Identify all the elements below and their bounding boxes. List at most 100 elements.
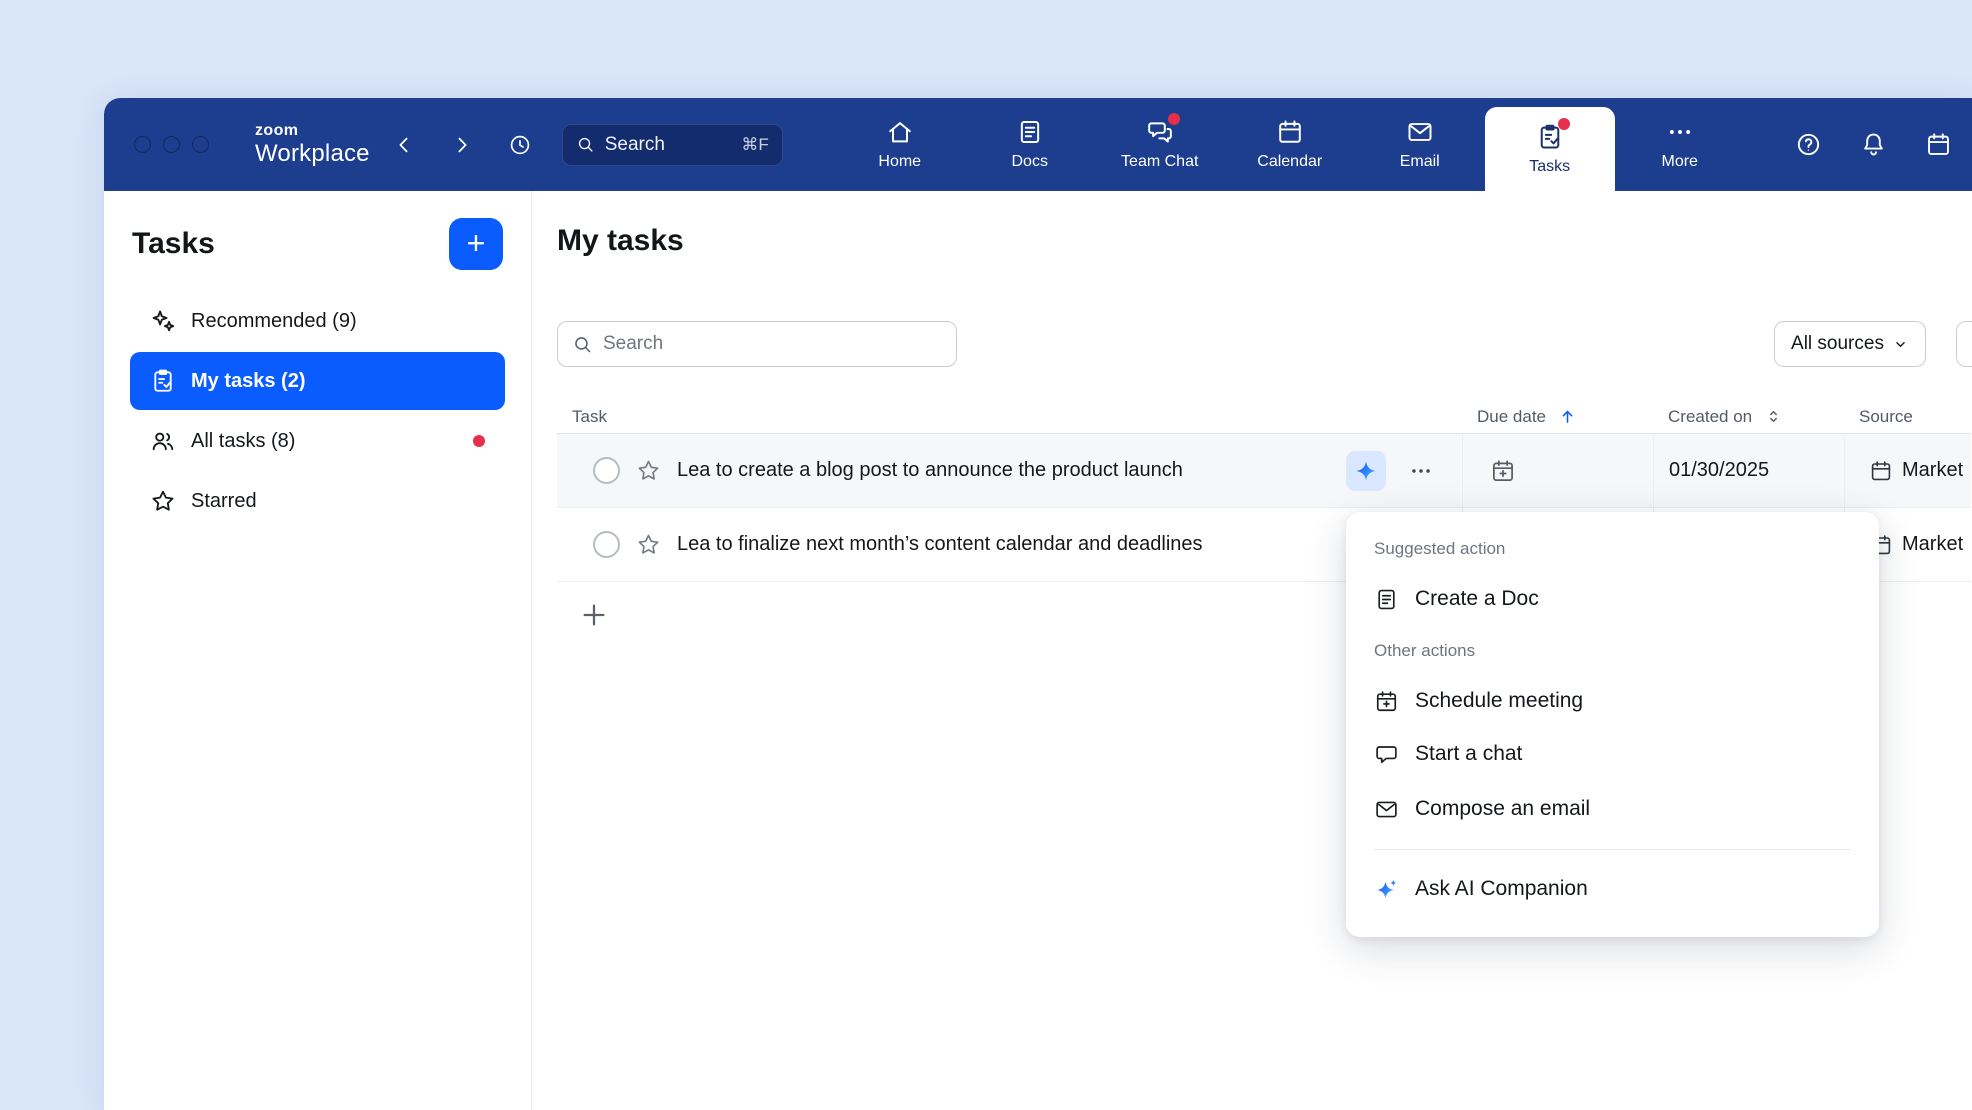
menu-item-create-doc[interactable]: Create a Doc	[1374, 577, 1851, 621]
menu-section-label: Other actions	[1374, 641, 1851, 661]
menu-item-label: Schedule meeting	[1415, 689, 1583, 713]
menu-item-start-chat[interactable]: Start a chat	[1374, 732, 1851, 776]
more-ellipsis-icon	[1408, 458, 1434, 484]
menu-item-label: Start a chat	[1415, 742, 1522, 766]
toolbar-button-cutoff[interactable]	[1956, 321, 1972, 367]
sources-filter-label: All sources	[1791, 333, 1884, 355]
nav-email[interactable]: Email	[1355, 98, 1485, 191]
sidebar-item-my-tasks[interactable]: My tasks (2)	[130, 352, 505, 410]
add-task-button[interactable]	[579, 600, 609, 630]
menu-item-label: Ask AI Companion	[1415, 877, 1588, 901]
sidebar-item-label: My tasks (2)	[191, 370, 306, 393]
source-label: Market	[1902, 533, 1963, 556]
sidebar-item-starred[interactable]: Starred	[130, 472, 505, 530]
help-icon	[1795, 131, 1822, 158]
app-window: zoom Workplace Search ⌘F Home Do	[104, 98, 1972, 1110]
zoom-workplace-logo: zoom Workplace	[255, 123, 370, 166]
menu-item-label: Compose an email	[1415, 797, 1590, 821]
chevron-right-icon	[450, 133, 474, 157]
table-header: Task Due date Created on Source	[557, 400, 1971, 434]
menu-item-label: Create a Doc	[1415, 587, 1539, 611]
global-search[interactable]: Search ⌘F	[562, 124, 783, 166]
notifications-button[interactable]	[1857, 127, 1889, 163]
nav-label: Docs	[1012, 153, 1048, 171]
nav-home[interactable]: Home	[835, 98, 965, 191]
menu-item-ask-ai-companion[interactable]: Ask AI Companion	[1374, 867, 1851, 911]
column-label: Due date	[1477, 407, 1546, 427]
star-icon	[636, 458, 661, 483]
forward-button[interactable]	[444, 127, 480, 163]
history-clock-icon	[508, 133, 532, 157]
topbar-utilities	[1792, 127, 1954, 163]
tasks-sidebar: Tasks + Recommended (9) My tasks (2	[104, 191, 532, 1110]
column-label: Created on	[1668, 407, 1752, 427]
sidebar-items: Recommended (9) My tasks (2) All tasks (…	[104, 292, 531, 530]
nav-tasks[interactable]: Tasks	[1485, 107, 1615, 191]
tasks-clipboard-icon	[150, 368, 176, 394]
window-controls[interactable]	[134, 136, 209, 153]
task-checkbox[interactable]	[593, 457, 620, 484]
nav-label: More	[1662, 153, 1698, 171]
star-icon	[636, 532, 661, 557]
primary-navigation: Home Docs Team Chat Calendar	[835, 98, 1745, 191]
doc-icon	[1374, 587, 1399, 612]
window-control-dot[interactable]	[192, 136, 209, 153]
column-header-due-date[interactable]: Due date	[1462, 400, 1653, 433]
calendar-plus-icon	[1374, 689, 1399, 714]
chat-bubble-icon	[1374, 742, 1399, 767]
task-row[interactable]: Lea to create a blog post to announce th…	[557, 434, 1971, 508]
task-title: Lea to create a blog post to announce th…	[677, 459, 1183, 482]
docs-icon	[1016, 118, 1044, 146]
ai-companion-sparkle-icon	[1354, 459, 1378, 483]
nav-team-chat[interactable]: Team Chat	[1095, 98, 1225, 191]
more-ellipsis-icon	[1666, 118, 1694, 146]
created-on-cell: 01/30/2025	[1653, 434, 1844, 507]
schedule-button[interactable]	[1922, 127, 1954, 163]
chevron-left-icon	[392, 133, 416, 157]
nav-label: Tasks	[1529, 158, 1570, 176]
sparkles-icon	[150, 308, 176, 334]
star-toggle[interactable]	[636, 532, 661, 557]
back-button[interactable]	[386, 127, 422, 163]
history-button[interactable]	[502, 127, 538, 163]
menu-item-compose-email[interactable]: Compose an email	[1374, 787, 1851, 831]
sources-filter-dropdown[interactable]: All sources	[1774, 321, 1926, 367]
all-tasks-notification-dot	[473, 435, 485, 447]
sidebar-item-label: Starred	[191, 490, 257, 513]
menu-section-label: Suggested action	[1374, 539, 1851, 559]
ai-companion-button[interactable]	[1346, 451, 1386, 491]
source-label: Market	[1902, 459, 1963, 482]
sidebar-item-recommended[interactable]: Recommended (9)	[130, 292, 505, 350]
window-control-dot[interactable]	[163, 136, 180, 153]
chevron-down-icon	[1892, 336, 1909, 353]
task-search-input[interactable]	[603, 333, 942, 355]
nav-more[interactable]: More	[1615, 98, 1745, 191]
sidebar-header: Tasks +	[104, 218, 531, 270]
people-icon	[150, 428, 176, 454]
new-task-button[interactable]: +	[449, 218, 503, 270]
due-date-cell[interactable]	[1462, 434, 1653, 507]
window-control-dot[interactable]	[134, 136, 151, 153]
column-header-created-on[interactable]: Created on	[1653, 400, 1844, 433]
help-button[interactable]	[1792, 127, 1824, 163]
calendar-icon	[1925, 131, 1952, 158]
search-shortcut: ⌘F	[741, 135, 768, 155]
calendar-icon	[1276, 118, 1304, 146]
row-more-button[interactable]	[1406, 456, 1436, 486]
nav-calendar[interactable]: Calendar	[1225, 98, 1355, 191]
logo-workplace-text: Workplace	[255, 142, 370, 166]
sidebar-item-all-tasks[interactable]: All tasks (8)	[130, 412, 505, 470]
task-search[interactable]	[557, 321, 957, 367]
envelope-icon	[1406, 118, 1434, 146]
nav-label: Team Chat	[1121, 153, 1198, 171]
nav-docs[interactable]: Docs	[965, 98, 1095, 191]
calendar-plus-icon	[1490, 458, 1516, 484]
sidebar-item-label: All tasks (8)	[191, 430, 295, 453]
star-toggle[interactable]	[636, 458, 661, 483]
task-checkbox[interactable]	[593, 531, 620, 558]
row-actions	[1346, 451, 1462, 491]
sidebar-item-label: Recommended (9)	[191, 310, 357, 333]
menu-item-schedule-meeting[interactable]: Schedule meeting	[1374, 679, 1851, 723]
logo-zoom-text: zoom	[255, 123, 370, 139]
source-cell: Market	[1844, 434, 1971, 507]
